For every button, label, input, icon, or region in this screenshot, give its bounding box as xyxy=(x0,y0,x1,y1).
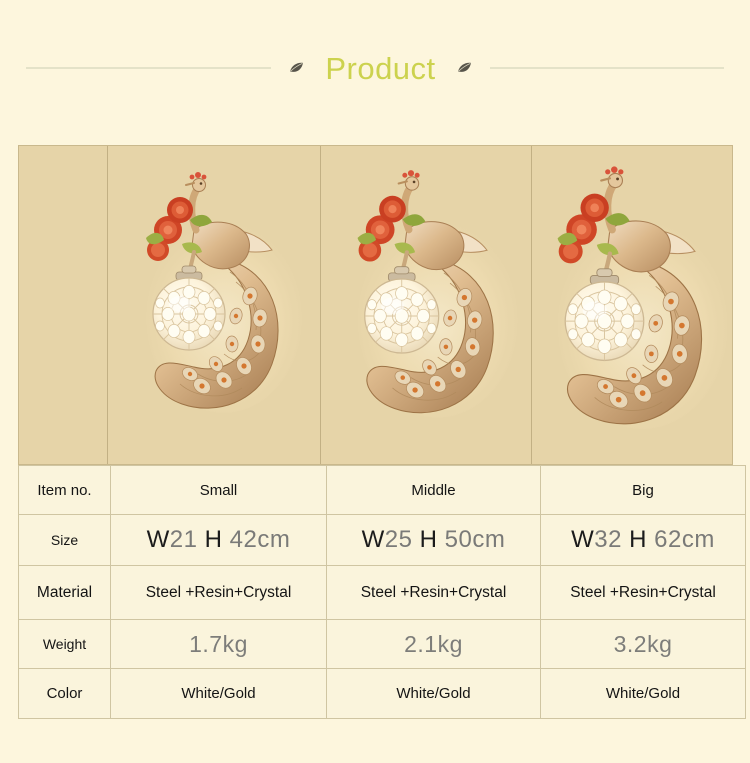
size-height-mark: H xyxy=(629,526,647,553)
weight-value: 2.1kg xyxy=(404,630,463,657)
size-height-value: 62cm xyxy=(654,526,715,553)
cell-material-small: Steel +Resin+Crystal xyxy=(110,565,327,620)
table-row: Material Steel +Resin+Crystal Steel +Res… xyxy=(18,565,746,620)
cell-item-no-middle: Middle xyxy=(326,465,541,515)
cell-size-big: W32 H 62cm xyxy=(540,514,746,566)
size-width-mark: W xyxy=(571,526,595,553)
weight-value: 1.7kg xyxy=(189,630,248,657)
size-width-value: 21 xyxy=(169,526,198,553)
product-gallery xyxy=(18,145,733,465)
section-header: Product xyxy=(0,44,750,92)
gallery-spacer-left xyxy=(19,146,108,464)
gallery-item-small[interactable] xyxy=(108,146,321,464)
row-label-weight: Weight xyxy=(18,619,111,669)
table-row: Weight 1.7kg 2.1kg 3.2kg xyxy=(18,619,746,669)
cell-size-small: W21 H 42cm xyxy=(110,514,327,566)
specification-table: Item no. Small Middle Big Size W21 H 42c… xyxy=(18,465,746,719)
cell-color-big: White/Gold xyxy=(540,668,746,719)
cell-material-big: Steel +Resin+Crystal xyxy=(540,565,746,620)
row-label-item-no: Item no. xyxy=(18,465,111,515)
size-width-mark: W xyxy=(361,526,385,553)
page-title: Product xyxy=(325,50,436,86)
row-label-material: Material xyxy=(18,565,111,620)
size-width-value: 25 xyxy=(384,526,413,553)
row-label-color: Color xyxy=(18,668,111,719)
weight-value: 3.2kg xyxy=(613,630,673,657)
header-rule-right xyxy=(489,67,724,69)
size-width-mark: W xyxy=(146,526,170,553)
size-width-value: 32 xyxy=(594,526,622,553)
table-row: Color White/Gold White/Gold White/Gold xyxy=(18,668,746,719)
cell-weight-big: 3.2kg xyxy=(540,619,746,669)
gallery-item-middle[interactable] xyxy=(321,146,532,464)
size-height-value: 42cm xyxy=(229,526,291,553)
size-height-mark: H xyxy=(419,526,438,553)
leaf-icon xyxy=(454,57,476,79)
header-rule-left xyxy=(26,67,272,69)
leaf-icon xyxy=(285,57,307,79)
cell-weight-middle: 2.1kg xyxy=(326,619,541,669)
table-row: Size W21 H 42cm W25 H 50cm W32 H 62cm xyxy=(18,514,746,566)
size-height-mark: H xyxy=(204,526,223,553)
row-label-size: Size xyxy=(18,514,111,566)
cell-material-middle: Steel +Resin+Crystal xyxy=(326,565,541,620)
cell-color-small: White/Gold xyxy=(110,668,327,719)
cell-item-no-big: Big xyxy=(540,465,746,515)
cell-item-no-small: Small xyxy=(110,465,327,515)
gallery-item-big[interactable] xyxy=(532,146,732,464)
size-height-value: 50cm xyxy=(444,526,506,553)
cell-weight-small: 1.7kg xyxy=(110,619,327,669)
cell-size-middle: W25 H 50cm xyxy=(326,514,541,566)
table-row: Item no. Small Middle Big xyxy=(18,465,746,515)
cell-color-middle: White/Gold xyxy=(326,668,541,719)
